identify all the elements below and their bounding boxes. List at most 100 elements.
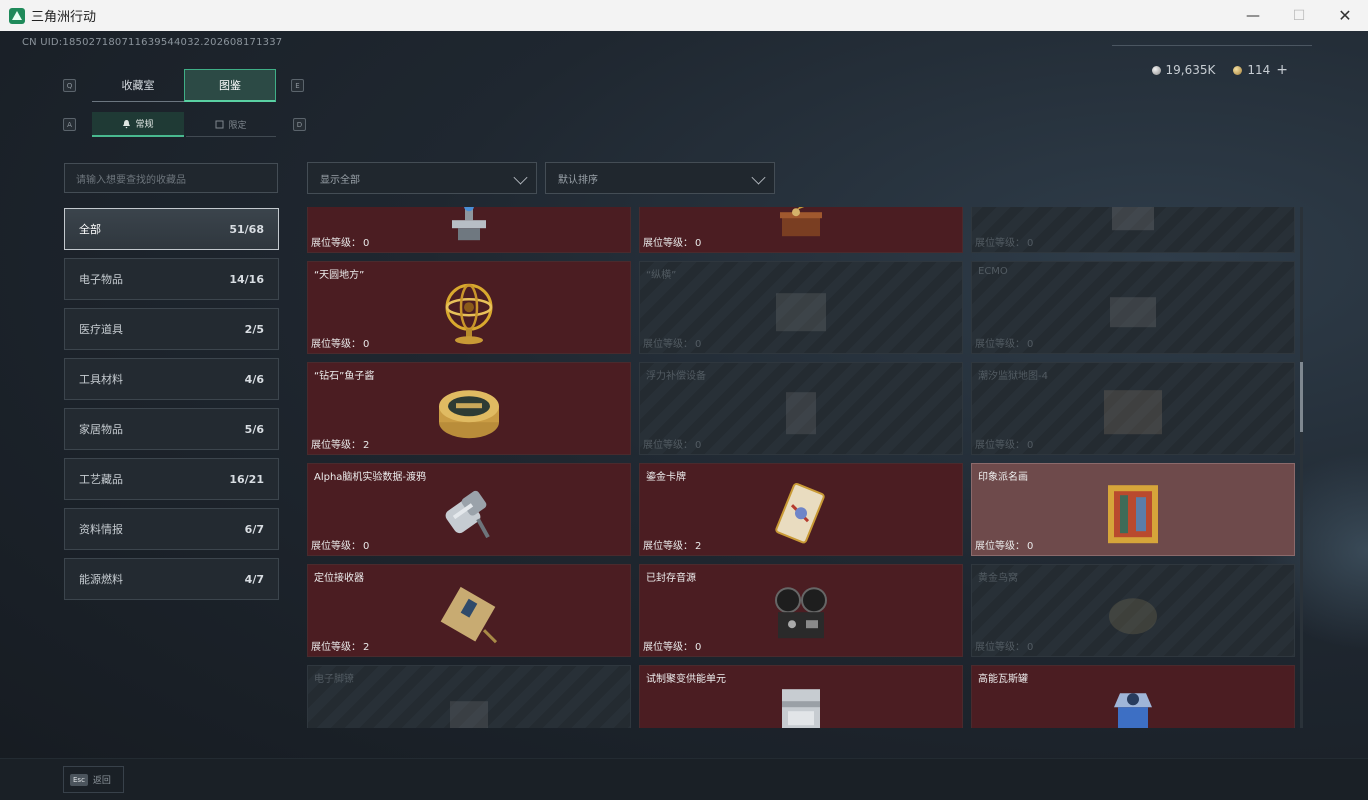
collection-card[interactable]: 展位等级： 0 [639,207,963,253]
booth-level-label: 展位等级： [975,440,1025,451]
machine-icon [1110,296,1156,327]
category-intel[interactable]: 资料情报 6/7 [64,508,279,550]
gold-amount: 114 [1247,63,1271,77]
booth-level-value: 2 [363,642,370,653]
card-title: 浮力补偿设备 [646,371,706,382]
collection-card[interactable]: 展位等级： 0 [307,207,631,253]
maximize-button[interactable]: ☐ [1276,0,1322,31]
category-label: 资料情报 [79,523,123,536]
category-list: 全部 51/68 电子物品 14/16 医疗道具 2/5 工具材料 4/6 家居物品 5/… [64,208,279,608]
collection-card[interactable]: Alpha脑机实验数据-渡鸦 展位等级： 0 [307,463,631,556]
search-input[interactable]: 请输入想要查找的收藏品 [64,163,278,193]
close-button[interactable]: ✕ [1322,0,1368,31]
collection-grid: 展位等级： 0 展位等级： 0 展位等级： 0 “天圆地方” 展位等级： 0 “纵横” 展位等级： 0… [307,207,1295,728]
collection-card[interactable]: 浮力补偿设备展位等级： 0 [639,362,963,455]
booth-level: 展位等级： 0 [643,436,701,451]
category-crafts[interactable]: 工艺藏品 16/21 [64,458,279,500]
grid-scrollbar[interactable] [1300,207,1303,728]
booth-level-label: 展位等级： [311,339,361,350]
collection-card[interactable]: 印象派名画 展位等级： 0 [971,463,1295,556]
booth-level-value: 0 [1027,541,1034,552]
app-logo-icon [9,7,25,24]
category-all[interactable]: 全部 51/68 [64,208,279,250]
collection-card[interactable]: 电子脚镣展位等级：0 [307,665,631,728]
collection-card[interactable]: 黄金鸟窝展位等级： 0 [971,564,1295,657]
category-electronics[interactable]: 电子物品 14/16 [64,258,279,300]
booth-level-label: 展位等级： [643,238,693,249]
tab-atlas[interactable]: 图鉴 [184,69,276,102]
booth-level: 展位等级： 2 [311,638,369,653]
subtab-normal[interactable]: 常规 [92,112,184,137]
receiver-icon [440,586,498,643]
category-count: 51/68 [229,222,264,236]
card-title: 黄金鸟窝 [978,573,1018,584]
collection-card[interactable]: 潮汐监狱地图-4 展位等级： 0 [971,362,1295,455]
collection-card[interactable]: 已封存音源 展位等级： 0 [639,564,963,657]
robot-arm-icon [452,207,486,240]
card-title: 印象派名画 [978,472,1028,483]
booth-level: 展位等级： 2 [311,436,369,451]
booth-level: 展位等级： 0 [975,638,1033,653]
armillary-sphere-icon [445,283,493,344]
category-label: 医疗道具 [79,323,123,336]
tab-collection-room[interactable]: 收藏室 [92,69,184,102]
subtab-normal-label: 常规 [135,120,154,130]
silver-coin-icon [1151,66,1161,75]
collection-card[interactable]: “钻石”鱼子酱展位等级： 2 [307,362,631,455]
key-hint-a: A [63,118,76,131]
booth-level: 展位等级： 0 [643,638,701,653]
collection-card[interactable]: 鎏金卡牌 展位等级： 2 [639,463,963,556]
add-currency-button[interactable]: + [1276,62,1288,78]
map-icon [1104,389,1162,434]
category-label: 能源燃料 [79,573,123,586]
sort-dropdown-value: 默认排序 [558,174,598,186]
booth-level: 展位等级： 0 [643,234,701,249]
esc-key-icon: Esc [70,773,88,786]
booth-level-value: 0 [1027,440,1034,451]
key-hint-e: E [291,79,304,92]
gramophone-icon [780,207,822,236]
filter-dropdown[interactable]: 显示全部 [307,162,537,194]
film-projector-icon [775,586,827,638]
vest-icon [786,391,816,434]
collection-card[interactable]: 高能瓦斯罐展位等级：0 [971,665,1295,728]
category-household[interactable]: 家居物品 5/6 [64,408,279,450]
collection-grid-viewport: 展位等级： 0 展位等级： 0 展位等级： 0 “天圆地方” 展位等级： 0 “纵横” 展位等级： 0… [307,207,1295,728]
limited-icon [215,120,224,128]
booth-level-label: 展位等级： [643,642,693,653]
category-tools[interactable]: 工具材料 4/6 [64,358,279,400]
scrollbar-thumb[interactable] [1300,362,1303,432]
card-title: Alpha脑机实验数据-渡鸦 [314,472,427,483]
collection-card[interactable]: ECMO 展位等级： 0 [971,261,1295,354]
booth-level-label: 展位等级： [975,339,1025,350]
collection-card[interactable]: 展位等级： 0 [971,207,1295,253]
category-count: 6/7 [244,522,264,536]
card-title: “钻石”鱼子酱 [314,371,375,382]
category-label: 电子物品 [79,273,123,286]
booth-level: 展位等级： 0 [975,234,1033,249]
category-label: 家居物品 [79,423,123,436]
booth-level-value: 0 [1027,339,1034,350]
subtab-limited[interactable]: 限定 [186,112,276,137]
category-medical[interactable]: 医疗道具 2/5 [64,308,279,350]
category-energy[interactable]: 能源燃料 4/7 [64,558,279,600]
collection-card[interactable]: 定位接收器 展位等级： 2 [307,564,631,657]
booth-level-value: 2 [363,440,370,451]
sort-dropdown[interactable]: 默认排序 [545,162,775,194]
booth-level-value: 0 [1027,642,1034,653]
back-label: 返回 [92,776,111,786]
back-button[interactable]: Esc 返回 [63,766,124,793]
minimize-button[interactable]: — [1230,0,1276,31]
collection-card[interactable]: 试制聚变供能单元展位等级：0 [639,665,963,728]
subtab-limited-label: 限定 [228,120,247,131]
booth-level: 展位等级： 2 [643,537,701,552]
currency-bar: 19,635K 114 + [1151,62,1288,78]
collection-card[interactable]: “纵横” 展位等级： 0 [639,261,963,354]
bell-icon [123,119,131,128]
filter-dropdown-value: 显示全部 [320,174,360,186]
data-drive-icon [445,490,490,538]
key-hint-d: D [293,118,306,131]
card-title: 试制聚变供能单元 [646,674,726,685]
collection-card[interactable]: “天圆地方” 展位等级： 0 [307,261,631,354]
category-count: 5/6 [244,422,264,436]
